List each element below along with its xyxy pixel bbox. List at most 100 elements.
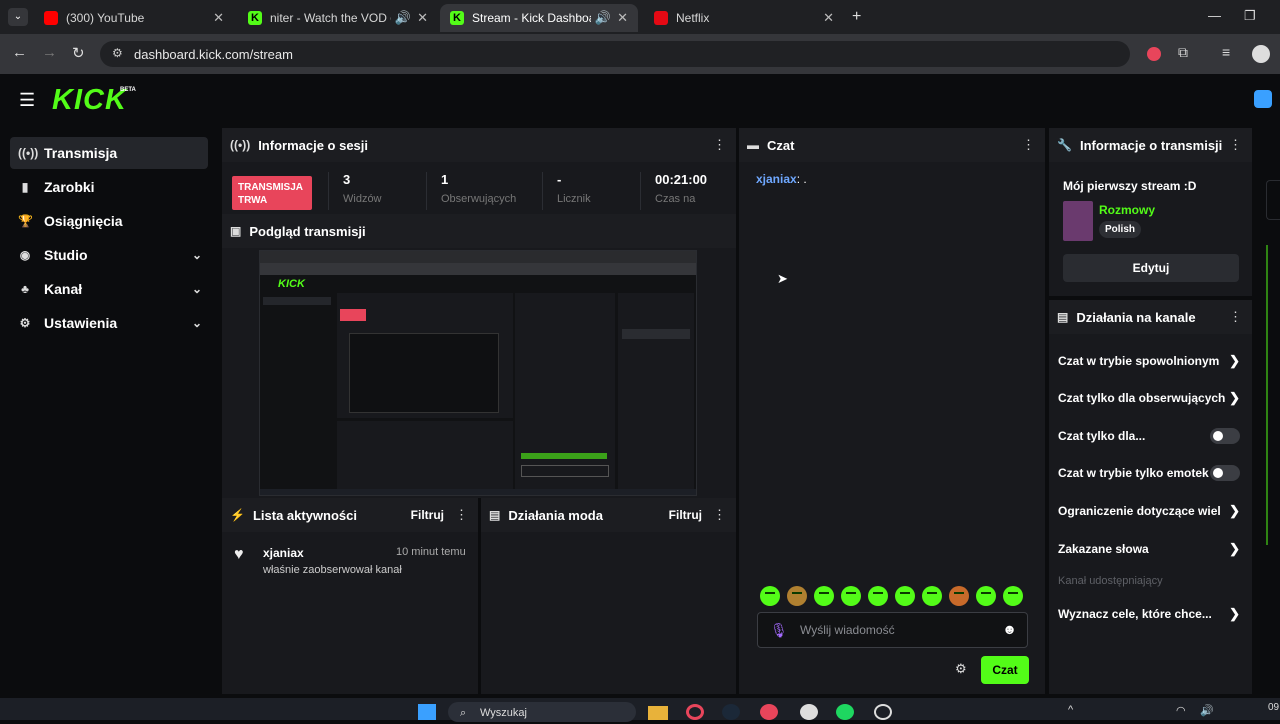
sidebar-item-studio[interactable]: ◉ Studio ⌄ [10,239,208,271]
back-button[interactable]: ← [12,44,27,61]
sidebar-item-ustawienia[interactable]: ⚙ Ustawienia ⌄ [10,307,208,339]
chat-send-button[interactable]: Czat [981,656,1029,684]
tab-kick-dashboard[interactable]: K Stream - Kick Dashboard 🔊 ✕ [440,4,638,32]
activity-filter-button[interactable]: Filtruj [411,508,444,522]
chat-input[interactable]: 🎙 Wyślij wiadomość ☻ [757,612,1028,648]
stream-preview-video[interactable]: KICK [259,250,697,496]
microphone-icon[interactable]: 🎙 [770,622,788,639]
action-emote-only[interactable]: Czat w trybie tylko emotek [1058,464,1248,482]
new-tab-button[interactable]: + [852,8,861,26]
forward-button[interactable]: → [42,44,57,61]
more-options-icon[interactable]: ⋮ [1229,138,1242,151]
chat-username[interactable]: xjaniax [756,172,797,186]
chat-input-placeholder: Wyślij wiadomość [800,623,895,637]
chevron-right-icon: ❯ [1229,390,1240,405]
steam-icon[interactable] [722,704,740,720]
chat-bubble-icon: ▬ [747,138,759,152]
action-subscribers-only[interactable]: Czat tylko dla... [1058,427,1248,445]
volume-icon[interactable]: 🔊 [1200,704,1214,717]
wifi-icon[interactable]: ◠ [1176,704,1186,717]
url-field[interactable]: ⚙ dashboard.kick.com/stream [100,41,1130,67]
emote-icon[interactable] [895,586,915,606]
sidebar-item-transmisja[interactable]: ((•)) Transmisja [10,137,208,169]
more-options-icon[interactable]: ⋮ [455,508,468,521]
emoji-icon[interactable]: ☻ [1002,621,1017,637]
tab-kick-vod[interactable]: K niter - Watch the VOD on K 🔊 ✕ [238,4,438,32]
close-tab-icon[interactable]: ✕ [417,10,428,26]
action-slow-mode[interactable]: Czat w trybie spowolnionym ❯ [1058,352,1248,370]
edit-button[interactable]: Edytuj [1063,254,1239,282]
spotify-icon[interactable] [836,704,854,720]
action-followers-only[interactable]: Czat tylko dla obserwujących ❯ [1058,389,1248,407]
chat-settings-gear-icon[interactable]: ⚙ [955,661,967,677]
action-banned-words[interactable]: Zakazane słowa ❯ [1058,540,1248,558]
profile-avatar[interactable] [1252,45,1270,63]
category-link[interactable]: Rozmowy [1099,203,1155,217]
emote-icon[interactable] [760,586,780,606]
file-explorer-icon[interactable] [648,706,668,720]
emote-icon[interactable] [814,586,834,606]
emote-only-toggle[interactable] [1210,465,1240,481]
extensions-puzzle-icon[interactable]: ⧉ [1178,44,1188,61]
sidebar-item-osiagniecia[interactable]: 🏆 Osiągnięcia [10,205,208,237]
maximize-button[interactable]: ❐ [1244,8,1256,24]
more-options-icon[interactable]: ⋮ [1229,310,1242,323]
reload-button[interactable]: ↻ [72,44,85,62]
activity-user[interactable]: xjaniax [263,546,304,560]
mod-actions-panel: ▤ Działania moda Filtruj ⋮ [481,498,736,694]
taskbar-search[interactable]: ⌕ Wyszukaj [448,702,636,722]
channel-actions-header: ▤ Działania na kanale [1049,300,1252,334]
activity-list-panel: ⚡ Lista aktywności Filtruj ⋮ ♥ xjaniax 1… [222,498,478,694]
chrome-icon[interactable] [760,704,778,720]
right-edge-toolbar [1266,245,1280,545]
close-tab-icon[interactable]: ✕ [617,10,628,26]
broadcast-icon: ((•)) [230,138,251,152]
kick-logo[interactable]: KICK [52,84,127,117]
kick-favicon-icon: K [450,11,464,25]
more-options-icon[interactable]: ⋮ [713,138,726,151]
more-options-icon[interactable]: ⋮ [713,508,726,521]
sidebar-item-kanal[interactable]: ♣ Kanał ⌄ [10,273,208,305]
os-taskbar: ⌕ Wyszukaj ^ ◠ 🔊 09 [0,698,1280,722]
extension-icon[interactable] [1147,47,1161,61]
windows-start-icon[interactable] [418,704,436,720]
minimize-button[interactable]: — [1208,8,1221,23]
opera-icon[interactable] [686,704,704,720]
document-icon: ▤ [1057,310,1069,324]
stream-title: Mój pierwszy stream :D [1063,179,1197,193]
subscribers-only-toggle[interactable] [1210,428,1240,444]
site-info-icon[interactable]: ⚙ [112,46,123,60]
more-options-icon[interactable]: ⋮ [1022,138,1035,151]
user-avatar[interactable] [1254,90,1272,108]
close-tab-icon[interactable]: ✕ [823,10,834,26]
lightning-icon: ⚡ [230,508,245,522]
sidebar-item-zarobki[interactable]: ▮ Zarobki [10,171,208,203]
mod-filter-button[interactable]: Filtruj [669,508,702,522]
preview-taskbar [260,489,696,495]
right-edge-button[interactable] [1266,180,1280,220]
tray-chevron-icon[interactable]: ^ [1068,704,1073,716]
emote-icon[interactable] [976,586,996,606]
obs-icon[interactable] [800,704,818,720]
menu-hamburger-icon[interactable]: ☰ [19,91,35,109]
clock[interactable]: 09 [1268,702,1279,713]
media-control-icon[interactable]: ≡ [1222,44,1230,60]
emote-icon[interactable] [841,586,861,606]
close-tab-icon[interactable]: ✕ [213,10,224,26]
tab-netflix[interactable]: Netflix ✕ [644,4,844,32]
emote-icon[interactable] [922,586,942,606]
emote-icon[interactable] [949,586,969,606]
category-thumbnail [1063,201,1093,241]
emote-icon[interactable] [787,586,807,606]
app-icon[interactable] [874,704,892,720]
emote-icon[interactable] [868,586,888,606]
tab-search-button[interactable]: ⌄ [8,8,28,26]
tab-youtube[interactable]: (300) YouTube ✕ [34,4,234,32]
action-set-goals[interactable]: Wyznacz cele, które chce... ❯ [1058,605,1248,623]
document-icon: ▤ [489,508,501,522]
screen-icon: ▣ [230,224,242,238]
action-account-age[interactable]: Ograniczenie dotyczące wiel ❯ [1058,502,1248,520]
chevron-right-icon: ❯ [1229,606,1240,621]
emote-icon[interactable] [1003,586,1023,606]
youtube-icon [44,11,58,25]
